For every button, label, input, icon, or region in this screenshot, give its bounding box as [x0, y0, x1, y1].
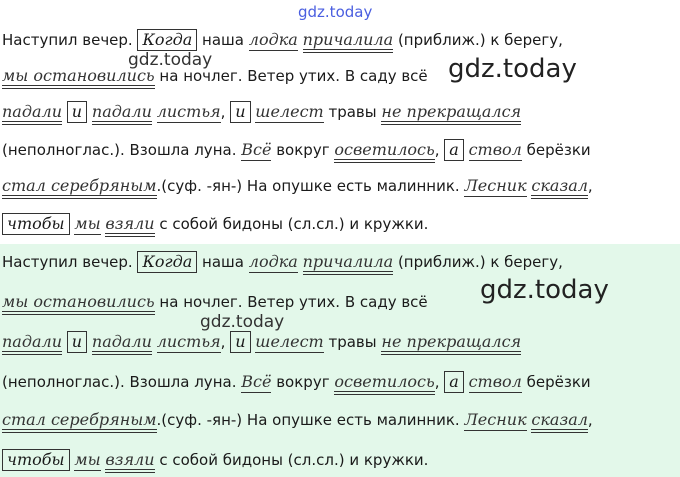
subject: лодка [248, 252, 298, 273]
predicate: стал серебряным [2, 176, 157, 199]
text: Наступил вечер. [2, 253, 133, 271]
line-2: мы остановились на ночлег. Ветер утих. В… [2, 64, 428, 89]
subject: Лесник [464, 410, 527, 431]
text: наша [202, 31, 244, 49]
conjunction-box: и [66, 101, 88, 123]
text: вокруг [276, 373, 330, 391]
text: , [587, 177, 593, 195]
subject: лодка [248, 30, 298, 51]
subject: листья [156, 102, 221, 123]
line-1: Наступил вечер. Когда наша лодка причали… [2, 250, 563, 275]
conjunction-box: а [444, 371, 464, 393]
predicate: осветилось [334, 140, 435, 163]
text: .(суф. -ян-) На опушке есть малинник. [156, 411, 460, 429]
subject: шелест [255, 102, 324, 123]
conjunction-box: и [230, 331, 251, 353]
text: вокруг [276, 141, 330, 159]
predicate: сказал [531, 176, 588, 199]
predicate: мы остановились [2, 292, 155, 315]
text: с собой бидоны (сл.сл.) и кружки. [159, 215, 429, 233]
text: наша [202, 253, 244, 271]
watermark-small: gdz.today [200, 312, 285, 332]
text: .(суф. -ян-) На опушке есть малинник. [156, 177, 460, 195]
watermark-large: gdz.today [448, 54, 577, 84]
subject: листья [156, 332, 221, 353]
predicate: падали [2, 102, 63, 125]
predicate: стал серебряным [2, 410, 157, 433]
text: , [434, 141, 440, 159]
subject: Лесник [464, 176, 527, 197]
predicate: не прекращался [381, 332, 522, 355]
subject: мы [74, 450, 101, 471]
line-4: (неполноглас.). Взошла луна. Всё вокруг … [2, 370, 591, 395]
sentence-block-1: Наступил вечер. Когда наша лодка причали… [0, 26, 680, 244]
text: Наступил вечер. [2, 31, 133, 49]
line-6: чтобы мы взяли с собой бидоны (сл.сл.) и… [2, 212, 429, 237]
predicate: падали [91, 102, 152, 125]
conjunction-box: чтобы [2, 213, 70, 235]
line-4: (неполноглас.). Взошла луна. Всё вокруг … [2, 138, 591, 163]
text: травы [328, 333, 377, 351]
text: на ночлег. Ветер утих. В саду всё [159, 293, 428, 311]
subject: Всё [241, 372, 272, 393]
predicate: не прекращался [381, 102, 522, 125]
subject: ствол [468, 140, 522, 161]
predicate: взяли [105, 450, 155, 473]
predicate: сказал [531, 410, 588, 433]
predicate: осветилось [334, 372, 435, 395]
text: , [220, 103, 226, 121]
conjunction-box: Когда [137, 251, 198, 273]
subject: Всё [241, 140, 272, 161]
line-3: падали и падали листья, и шелест травы н… [2, 330, 522, 355]
watermark-top: gdz.today [298, 3, 373, 21]
text: травы [328, 103, 377, 121]
line-1: Наступил вечер. Когда наша лодка причали… [2, 28, 563, 53]
text: , [434, 373, 440, 391]
conjunction-box: и [66, 331, 88, 353]
text: (неполноглас.). Взошла луна. [2, 373, 237, 391]
watermark-large: gdz.today [480, 275, 609, 305]
line-5: стал серебряным.(суф. -ян-) На опушке ес… [2, 174, 593, 199]
predicate: причалила [302, 252, 394, 275]
subject: мы [74, 214, 101, 235]
predicate: взяли [105, 214, 155, 237]
text: (неполноглас.). Взошла луна. [2, 141, 237, 159]
predicate: причалила [302, 30, 394, 53]
conjunction-box: Когда [137, 29, 198, 51]
watermark-small: gdz.today [128, 50, 213, 70]
text: , [587, 411, 593, 429]
conjunction-box: и [230, 101, 251, 123]
text: берёзки [526, 373, 591, 391]
line-3: падали и падали листья, и шелест травы н… [2, 100, 522, 125]
line-6: чтобы мы взяли с собой бидоны (сл.сл.) и… [2, 448, 429, 473]
line-2: мы остановились на ночлег. Ветер утих. В… [2, 290, 428, 315]
text: берёзки [526, 141, 591, 159]
line-5: стал серебряным.(суф. -ян-) На опушке ес… [2, 408, 593, 433]
conjunction-box: а [444, 139, 464, 161]
text: (приближ.) к берегу, [397, 31, 563, 49]
subject: ствол [468, 372, 522, 393]
conjunction-box: чтобы [2, 449, 70, 471]
text: (приближ.) к берегу, [397, 253, 563, 271]
text: , [220, 333, 226, 351]
predicate: падали [91, 332, 152, 355]
subject: шелест [255, 332, 324, 353]
text: с собой бидоны (сл.сл.) и кружки. [159, 451, 429, 469]
predicate: падали [2, 332, 63, 355]
